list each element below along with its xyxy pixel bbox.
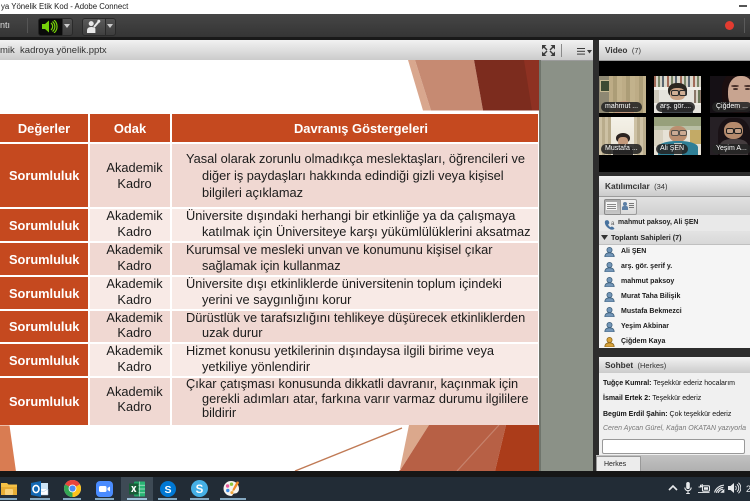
svg-text:S: S xyxy=(164,484,171,496)
svg-text:S: S xyxy=(196,484,204,496)
svg-text:a: a xyxy=(611,221,615,227)
